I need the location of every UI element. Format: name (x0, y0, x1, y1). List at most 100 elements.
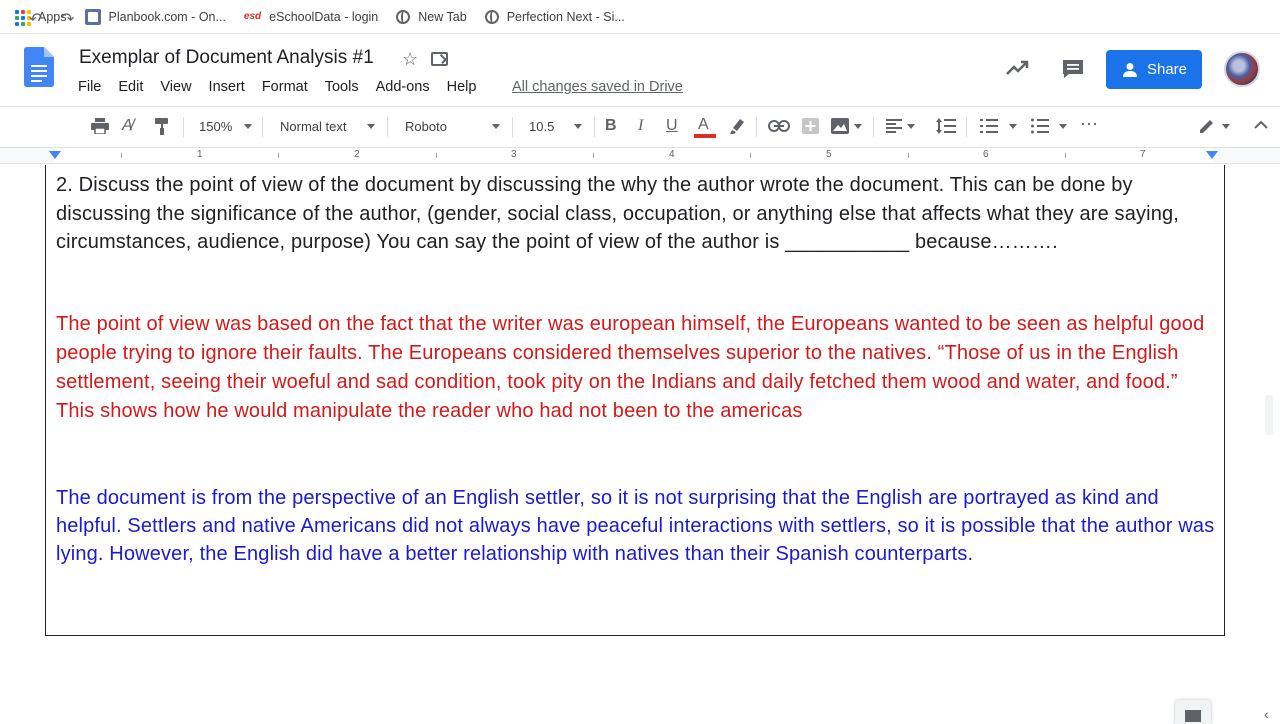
menu-bar: File Edit View Insert Format Tools Add-o… (78, 79, 493, 95)
line-spacing-icon[interactable] (936, 118, 956, 134)
chevron-down-icon[interactable] (1222, 124, 1230, 129)
menu-edit[interactable]: Edit (118, 79, 143, 95)
menu-insert[interactable]: Insert (209, 79, 245, 95)
ruler-body (55, 148, 1213, 163)
editing-mode-pencil-icon[interactable] (1199, 118, 1215, 134)
activity-dashboard-icon[interactable] (1005, 58, 1031, 78)
menu-addons[interactable]: Add-ons (376, 79, 430, 95)
ruler-number: 3 (511, 149, 517, 160)
ruler-tick (1065, 153, 1066, 158)
ruler-number: 7 (1140, 149, 1146, 160)
left-indent-marker[interactable] (49, 151, 61, 159)
menu-file[interactable]: File (78, 79, 101, 95)
font-size-select[interactable]: 10.5 (529, 119, 554, 134)
menu-format[interactable]: Format (262, 79, 308, 95)
separator (873, 117, 874, 137)
menu-tools[interactable]: Tools (325, 79, 359, 95)
insert-image-icon[interactable] (831, 118, 849, 134)
ruler[interactable]: 1 2 3 4 5 6 7 (0, 147, 1280, 164)
chevron-down-icon[interactable] (492, 124, 500, 129)
save-status[interactable]: All changes saved in Drive (512, 79, 683, 95)
bookmark-perfection-next[interactable]: Perfection Next - Si... (484, 9, 625, 24)
link-icon[interactable] (768, 120, 790, 132)
chevron-down-icon[interactable] (244, 124, 252, 129)
right-indent-marker[interactable] (1206, 151, 1218, 159)
globe-icon (396, 9, 411, 24)
scrollbar-thumb[interactable] (1265, 395, 1273, 435)
underline-button[interactable]: U (666, 117, 678, 135)
bookmark-label: Planbook.com - On... (108, 9, 226, 24)
share-button[interactable]: Share (1106, 50, 1202, 89)
ruler-tick (750, 153, 751, 158)
blue-answer-paragraph[interactable]: The document is from the perspective of … (56, 484, 1218, 568)
esd-icon: esd (243, 11, 262, 22)
globe-icon (484, 9, 499, 24)
separator (387, 117, 388, 137)
ruler-number: 1 (197, 149, 203, 160)
text-color-swatch (694, 134, 716, 138)
person-add-icon (1122, 62, 1137, 77)
ruler-number: 6 (983, 149, 989, 160)
separator (183, 117, 184, 137)
separator (512, 117, 513, 137)
italic-button[interactable]: I (638, 117, 643, 135)
bookmark-new-tab[interactable]: New Tab (396, 9, 467, 24)
chevron-down-icon[interactable] (1009, 124, 1017, 129)
style-select[interactable]: Normal text (280, 119, 346, 134)
chevron-down-icon[interactable] (854, 124, 862, 129)
divider (0, 33, 1280, 34)
chevron-down-icon[interactable] (1059, 124, 1067, 129)
account-avatar[interactable] (1224, 51, 1260, 87)
planbook-icon (84, 8, 101, 25)
highlight-color-icon[interactable] (730, 117, 746, 135)
paint-format-icon[interactable] (155, 118, 169, 135)
separator (262, 117, 263, 137)
ruler-tick (436, 153, 437, 158)
bookmarks-bar: Apps Planbook.com - On... esd eSchoolDat… (0, 0, 1280, 33)
ruler-tick (278, 153, 279, 158)
ruler-tick (908, 153, 909, 158)
bookmark-label: eSchoolData - login (269, 9, 379, 24)
ruler-tick (121, 153, 122, 158)
chevron-down-icon[interactable] (367, 124, 375, 129)
bookmark-eschooldata[interactable]: esd eSchoolData - login (244, 10, 378, 24)
ruler-tick (593, 153, 594, 158)
bookmark-planbook[interactable]: Planbook.com - On... (84, 8, 226, 25)
ruler-number: 5 (826, 149, 832, 160)
ruler-number: 2 (354, 149, 360, 160)
align-left-icon[interactable] (886, 119, 902, 133)
chevron-down-icon[interactable] (907, 124, 915, 129)
separator (756, 117, 757, 137)
bookmark-label: Perfection Next - Si... (506, 9, 625, 24)
bold-button[interactable]: B (605, 117, 617, 135)
redo-icon[interactable]: ↷ (61, 11, 74, 29)
red-answer-paragraph[interactable]: The point of view was based on the fact … (56, 310, 1216, 426)
document-title[interactable]: Exemplar of Document Analysis #1 (79, 47, 374, 69)
docs-logo-icon[interactable] (24, 47, 54, 87)
ruler-number: 4 (669, 149, 675, 160)
undo-icon[interactable]: ↶ (29, 11, 42, 29)
bookmark-label: New Tab (418, 9, 467, 24)
question-paragraph[interactable]: 2. Discuss the point of view of the docu… (56, 171, 1216, 257)
apps-grid-icon (14, 9, 31, 26)
star-icon[interactable]: ☆ (402, 49, 418, 70)
chevron-down-icon[interactable] (574, 124, 582, 129)
separator (594, 117, 595, 137)
print-icon[interactable] (91, 118, 109, 134)
more-options-icon[interactable]: ⋯ (1080, 115, 1098, 133)
move-folder-icon[interactable] (431, 52, 448, 66)
comment-icon[interactable] (1061, 59, 1085, 79)
explore-button[interactable] (1175, 700, 1211, 724)
font-select[interactable]: Roboto (405, 119, 447, 134)
menu-help[interactable]: Help (447, 79, 477, 95)
text-color-button[interactable]: A (698, 116, 709, 134)
spellcheck-icon[interactable]: A̸ (122, 117, 133, 135)
zoom-select[interactable]: 150% (199, 119, 232, 134)
share-label: Share (1146, 61, 1188, 78)
hide-menus-chevron-up-icon[interactable] (1254, 120, 1268, 129)
separator (966, 117, 967, 137)
insert-comment-icon[interactable] (802, 118, 819, 134)
bulleted-list-icon[interactable] (1031, 118, 1049, 134)
menu-view[interactable]: View (160, 79, 191, 95)
numbered-list-icon[interactable] (980, 118, 998, 134)
